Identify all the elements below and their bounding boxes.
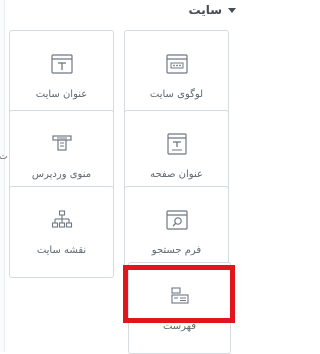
widget-label: منوی وردپرس — [31, 168, 92, 180]
widget-sitemap[interactable]: نقشه سایت — [9, 186, 114, 278]
widget-label: عنوان صفحه — [150, 168, 203, 180]
wordpress-menu-icon — [51, 134, 72, 151]
highlight-box — [123, 265, 235, 323]
site-title-icon — [50, 53, 73, 74]
search-form-icon — [165, 209, 188, 230]
site-logo-icon — [165, 53, 188, 74]
edge-text-fragment: ت — [0, 152, 8, 162]
widget-label: عنوان سایت — [35, 88, 88, 100]
page-title-icon — [166, 132, 187, 155]
section-title: سایت — [188, 3, 222, 17]
widget-label: فرم جستجو — [151, 244, 202, 256]
widget-site-logo[interactable]: لوگوی سایت — [124, 30, 229, 122]
section-header-site[interactable]: سایت — [188, 0, 236, 20]
widget-site-title[interactable]: عنوان سایت — [9, 30, 114, 122]
panel-edge: ت — [0, 0, 8, 352]
widget-label: نقشه سایت — [36, 244, 87, 256]
sitemap-icon — [51, 209, 72, 228]
widget-label: لوگوی سایت — [149, 88, 204, 100]
caret-down-icon — [228, 7, 236, 13]
